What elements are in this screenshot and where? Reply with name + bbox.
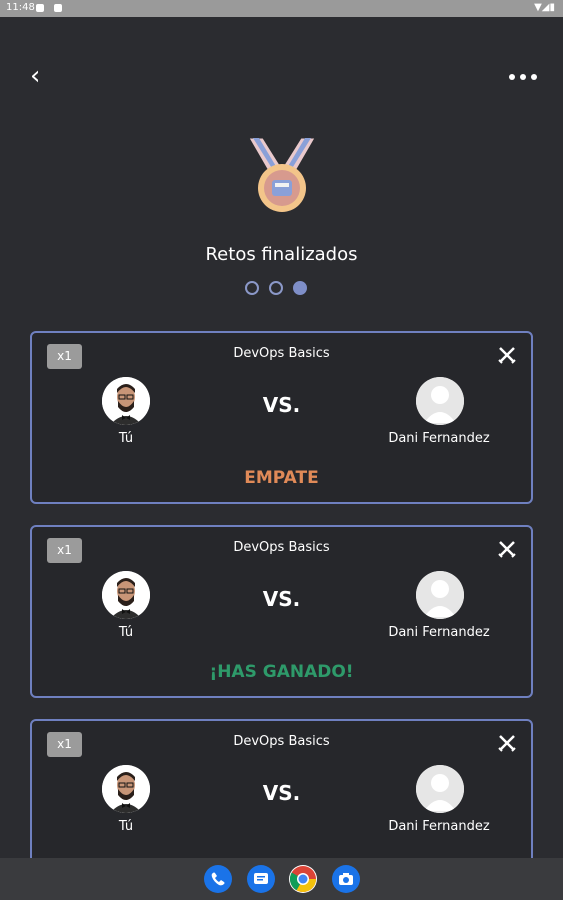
result-label: EMPATE	[244, 468, 319, 488]
medal-icon	[248, 137, 316, 212]
player-left-name: Tú	[118, 625, 134, 640]
page-title: Retos finalizados	[205, 244, 358, 265]
swords-icon[interactable]	[498, 734, 516, 752]
player-right-name: Dani Fernandez	[388, 819, 490, 834]
course-name: DevOps Basics	[233, 734, 330, 749]
battery-icon: ▼◢▮	[534, 2, 555, 13]
player-left-name: Tú	[118, 819, 134, 834]
messages-icon[interactable]	[247, 865, 275, 893]
back-arrow-icon[interactable]: ‹	[30, 63, 54, 89]
status-time: 11:48	[6, 2, 35, 13]
swords-icon[interactable]	[498, 540, 516, 558]
avatar-placeholder-icon	[416, 765, 464, 813]
challenge-card[interactable]: x1 DevOps Basics Tú VS. Dani Fernandez E…	[30, 331, 533, 504]
chrome-icon[interactable]	[289, 865, 317, 893]
avatar-placeholder-icon	[416, 571, 464, 619]
course-name: DevOps Basics	[233, 346, 330, 361]
pagination-dot-active[interactable]	[293, 281, 307, 295]
pagination-dot[interactable]	[269, 281, 283, 295]
system-navigation-bar	[0, 858, 563, 900]
phone-icon[interactable]	[204, 865, 232, 893]
player-right-name: Dani Fernandez	[388, 431, 490, 446]
pagination-dot[interactable]	[245, 281, 259, 295]
status-bar: 11:48 ▼◢▮	[0, 0, 563, 17]
player-left-name: Tú	[118, 431, 134, 446]
more-dots-icon[interactable]	[509, 67, 537, 87]
result-label: ¡HAS GANADO!	[209, 662, 354, 682]
challenge-card[interactable]: x1 DevOps Basics Tú VS. Dani Fernandez ¡…	[30, 525, 533, 698]
notification-icon	[54, 4, 62, 12]
swords-icon[interactable]	[498, 346, 516, 364]
pagination-dots	[245, 281, 307, 295]
avatar-placeholder-icon	[416, 377, 464, 425]
notification-icon	[36, 4, 44, 12]
player-right-name: Dani Fernandez	[388, 625, 490, 640]
camera-icon[interactable]	[332, 865, 360, 893]
course-name: DevOps Basics	[233, 540, 330, 555]
